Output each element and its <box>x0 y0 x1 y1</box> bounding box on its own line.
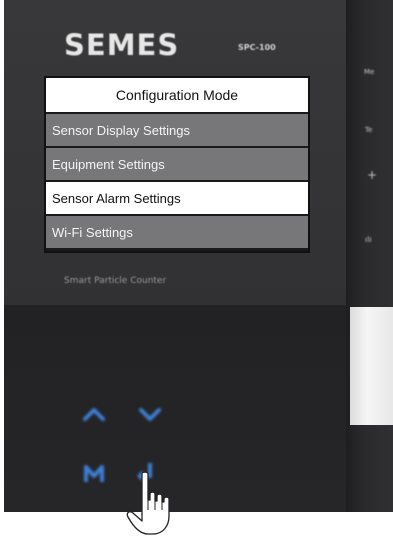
mode-button[interactable] <box>76 456 112 492</box>
device-subtitle: Smart Particle Counter <box>64 276 167 286</box>
side-label-te: Te <box>365 126 373 134</box>
menu-item-equipment[interactable]: Equipment Settings <box>46 148 308 180</box>
m-icon <box>84 465 104 482</box>
chevron-down-icon <box>139 408 161 421</box>
down-button[interactable] <box>132 396 168 432</box>
brand-logo: SEMES <box>64 28 180 62</box>
pointing-hand-icon <box>126 471 170 535</box>
model-label: SPC-100 <box>238 43 276 52</box>
chevron-up-icon <box>83 408 105 421</box>
menu-item-sensor-display[interactable]: Sensor Display Settings <box>46 114 308 146</box>
side-light-bar <box>350 307 393 425</box>
side-label-me: Me <box>364 68 375 76</box>
menu-title: Configuration Mode <box>46 78 308 112</box>
menu-item-wifi[interactable]: Wi-Fi Settings <box>46 216 308 248</box>
side-label-plus: + <box>367 168 378 182</box>
menu-item-sensor-alarm[interactable]: Sensor Alarm Settings <box>46 182 308 214</box>
configuration-menu: Configuration Mode Sensor Display Settin… <box>44 76 310 253</box>
side-label-signal: ılı <box>365 235 372 244</box>
up-button[interactable] <box>76 396 112 432</box>
device-side-panel <box>346 0 393 512</box>
device-body: SEMES SPC-100 Smart Particle Counter Me … <box>4 0 393 512</box>
